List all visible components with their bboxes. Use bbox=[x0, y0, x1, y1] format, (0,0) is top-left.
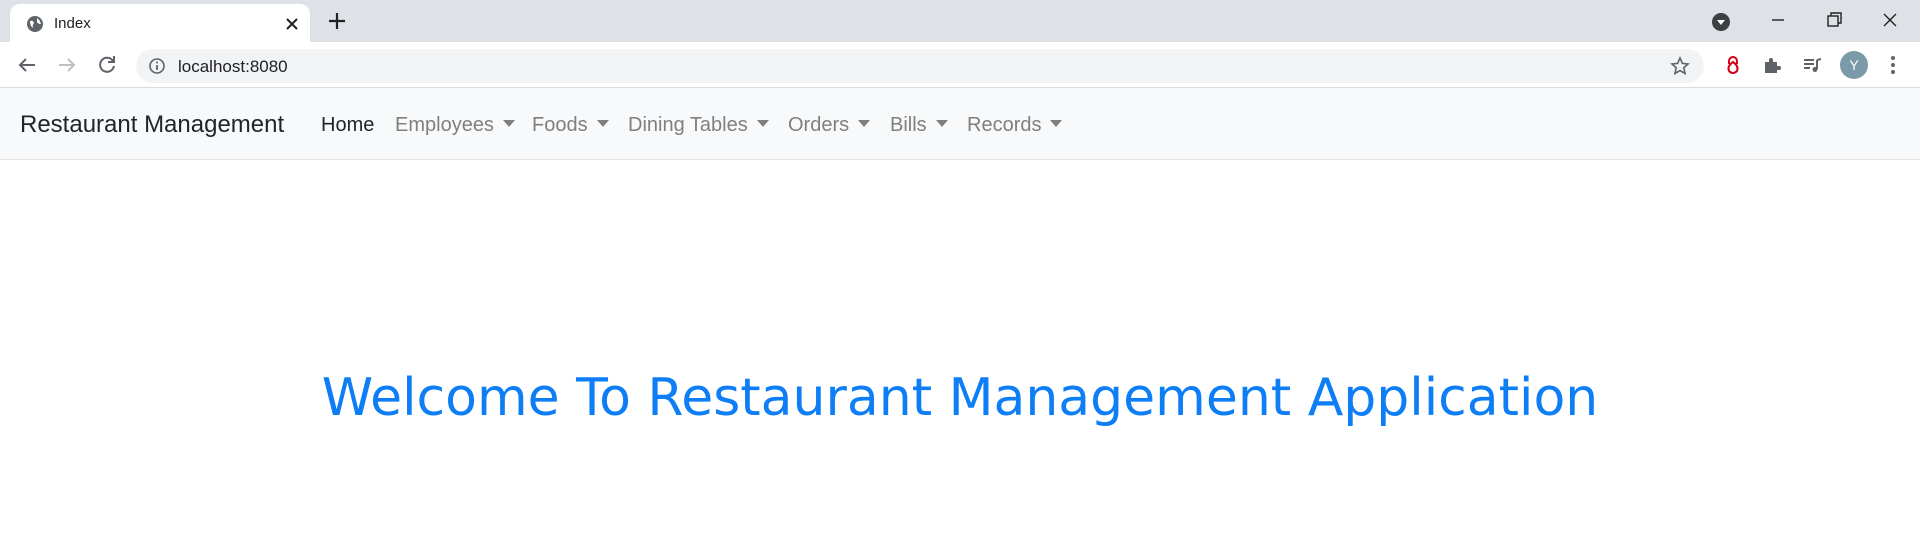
welcome-heading: Welcome To Restaurant Management Applica… bbox=[321, 368, 1599, 428]
nav-dining-tables-dropdown[interactable]: Dining Tables bbox=[628, 114, 769, 137]
nav-employees-label: Employees bbox=[395, 114, 494, 136]
globe-icon bbox=[27, 16, 43, 32]
navbar-brand[interactable]: Restaurant Management bbox=[20, 111, 284, 139]
back-icon[interactable] bbox=[13, 51, 41, 79]
lastpass-extension-icon[interactable] bbox=[1722, 54, 1744, 76]
more-menu-icon[interactable] bbox=[1882, 54, 1904, 76]
nav-bills-dropdown[interactable]: Bills bbox=[890, 114, 948, 137]
browser-tab[interactable]: Index bbox=[10, 4, 310, 42]
profile-avatar[interactable]: Y bbox=[1840, 51, 1868, 79]
tab-title: Index bbox=[54, 15, 91, 32]
reload-icon[interactable] bbox=[93, 51, 121, 79]
nav-bills-label: Bills bbox=[890, 114, 927, 136]
bookmark-star-icon[interactable] bbox=[1670, 56, 1690, 76]
nav-dining-tables-label: Dining Tables bbox=[628, 114, 748, 136]
nav-orders-label: Orders bbox=[788, 114, 850, 136]
nav-records-label: Records bbox=[967, 114, 1042, 136]
extensions-puzzle-icon[interactable] bbox=[1761, 54, 1783, 76]
nav-foods-label: Foods bbox=[532, 114, 588, 136]
caret-down-icon bbox=[596, 120, 609, 127]
url-text[interactable]: localhost:8080 bbox=[178, 57, 288, 77]
close-tab-icon[interactable] bbox=[282, 14, 302, 34]
restore-icon[interactable] bbox=[1822, 8, 1846, 32]
nav-home-label: Home bbox=[321, 114, 375, 136]
forward-icon[interactable] bbox=[53, 51, 81, 79]
minimize-icon[interactable] bbox=[1766, 8, 1790, 32]
caret-down-icon bbox=[935, 120, 948, 127]
nav-employees-dropdown[interactable]: Employees bbox=[395, 114, 515, 137]
address-bar[interactable]: localhost:8080 bbox=[136, 49, 1704, 83]
nav-home[interactable]: Home bbox=[321, 114, 374, 137]
caret-down-icon bbox=[756, 120, 769, 127]
info-icon[interactable] bbox=[148, 57, 166, 75]
caret-down-icon bbox=[502, 120, 515, 127]
nav-foods-dropdown[interactable]: Foods bbox=[532, 114, 609, 137]
media-control-icon[interactable] bbox=[1801, 54, 1823, 76]
tab-search-icon[interactable] bbox=[1710, 11, 1732, 33]
new-tab-icon[interactable] bbox=[326, 10, 348, 32]
close-window-icon[interactable] bbox=[1878, 8, 1902, 32]
app-navbar: Restaurant Management Home Employees Foo… bbox=[0, 88, 1920, 160]
browser-toolbar: localhost:8080 Y bbox=[0, 42, 1920, 88]
caret-down-icon bbox=[1050, 120, 1063, 127]
nav-records-dropdown[interactable]: Records bbox=[967, 114, 1063, 137]
caret-down-icon bbox=[858, 120, 871, 127]
nav-orders-dropdown[interactable]: Orders bbox=[788, 114, 871, 137]
browser-tab-strip: Index bbox=[0, 0, 1920, 42]
